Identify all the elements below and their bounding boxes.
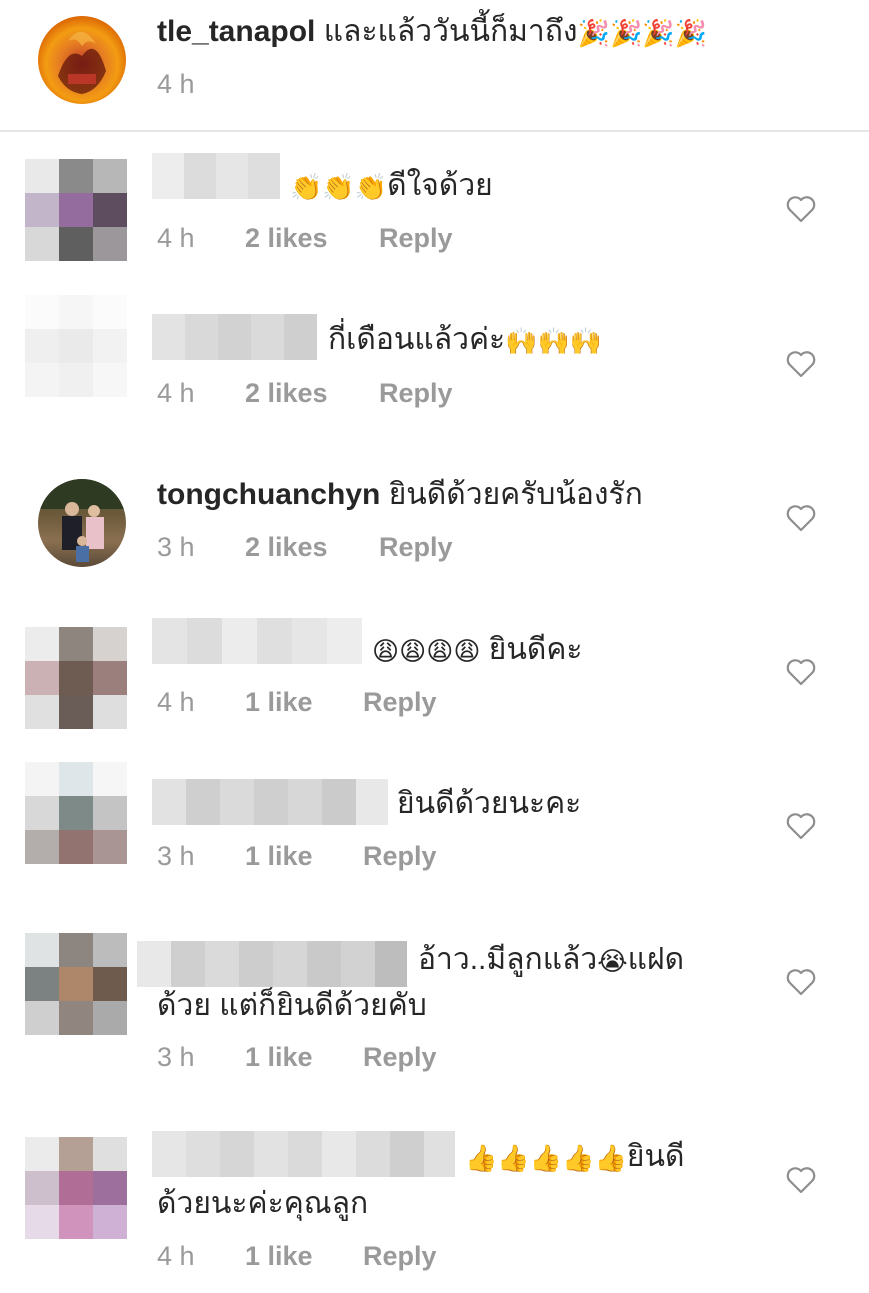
raising-hands-emojis: 🙌🙌🙌 xyxy=(505,326,603,357)
username-link[interactable]: tle_tanapol xyxy=(157,15,315,48)
reply-button[interactable]: Reply xyxy=(379,377,453,409)
post-caption: tle_tanapol และแล้ววันนี้ก็มาถึง🎉🎉🎉🎉 4 h xyxy=(0,0,869,132)
heart-icon[interactable] xyxy=(786,658,816,686)
comment-time: 4 h xyxy=(157,1241,195,1271)
comment-text-line: กี่เดือนแล้วค่ะ🙌🙌🙌 xyxy=(328,322,602,359)
comment-text-line: tongchuanchyn ยินดีด้วยครับน้องรัก xyxy=(157,477,643,513)
comment-time: 4 h xyxy=(157,687,195,717)
avatar-image xyxy=(38,479,126,562)
clapping-hands-emojis: 👏👏👏 xyxy=(290,172,388,203)
comment-text-line: 👍👍👍👍👍ยินดี xyxy=(465,1139,684,1176)
comment-text: ยินดี xyxy=(626,1140,685,1173)
avatar[interactable] xyxy=(38,16,126,104)
heart-icon[interactable] xyxy=(786,812,816,840)
avatar[interactable] xyxy=(25,159,127,261)
avatar[interactable] xyxy=(25,933,127,1035)
comment-text: กี่เดือนแล้วค่ะ xyxy=(328,323,506,356)
comment-meta: 3 h 1 like Reply xyxy=(157,840,437,872)
comment-text-line-2: ด้วยนะค่ะคุณลูก xyxy=(157,1187,369,1220)
caption-time: 4 h xyxy=(157,69,195,99)
username-link[interactable]: tongchuanchyn xyxy=(157,478,380,511)
heart-icon[interactable] xyxy=(786,968,816,996)
comment-time: 4 h xyxy=(157,223,195,253)
comment-text: ยินดีด้วยนะคะ xyxy=(397,787,582,820)
likes-count[interactable]: 1 like xyxy=(245,840,313,872)
comment-text: อ้าว..มีลูกแล้ว xyxy=(418,943,598,976)
reply-button[interactable]: Reply xyxy=(363,1041,437,1073)
comment-time: 3 h xyxy=(157,1042,195,1072)
caption-text: และแล้ววันนี้ก็มาถึง xyxy=(323,15,578,48)
blurred-username[interactable] xyxy=(152,779,388,825)
blurred-username[interactable] xyxy=(152,618,362,664)
comment-time: 3 h xyxy=(157,532,195,562)
reply-button[interactable]: Reply xyxy=(379,222,453,254)
comment-time: 4 h xyxy=(157,378,195,408)
comment-meta: 4 h 1 like Reply xyxy=(157,1240,437,1272)
avatar[interactable] xyxy=(25,762,127,864)
likes-count[interactable]: 2 likes xyxy=(245,222,328,254)
comment-text-line: 👏👏👏ดีใจด้วย xyxy=(290,168,493,205)
comment-meta: 4 h 1 like Reply xyxy=(157,686,437,718)
comment-text-line-2: ด้วย แต่ก็ยินดีด้วยคับ xyxy=(157,989,427,1022)
caption-line: tle_tanapol และแล้ววันนี้ก็มาถึง🎉🎉🎉🎉 xyxy=(157,14,707,51)
comment-meta: 4 h 2 likes Reply xyxy=(157,377,453,409)
comment-meta: 3 h 2 likes Reply xyxy=(157,531,453,563)
comment-text: ยินดีคะ xyxy=(488,633,583,666)
comment-text: ดีใจด้วย xyxy=(387,169,493,202)
thumbs-up-emojis: 👍👍👍👍👍 xyxy=(465,1143,627,1174)
heart-icon[interactable] xyxy=(786,1166,816,1194)
comment-time: 3 h xyxy=(157,841,195,871)
likes-count[interactable]: 1 like xyxy=(245,686,313,718)
blurred-username[interactable] xyxy=(152,153,280,199)
likes-count[interactable]: 2 likes xyxy=(245,531,328,563)
heart-icon[interactable] xyxy=(786,350,816,378)
heart-icon[interactable] xyxy=(786,195,816,223)
comment-text-continued: แฝด xyxy=(627,943,685,976)
avatar[interactable] xyxy=(38,479,126,567)
comment-text-line: 😩😩😩😩 ยินดีคะ xyxy=(372,632,583,669)
reply-button[interactable]: Reply xyxy=(363,686,437,718)
reply-button[interactable]: Reply xyxy=(363,1240,437,1272)
blurred-username[interactable] xyxy=(152,1131,455,1177)
likes-count[interactable]: 1 like xyxy=(245,1041,313,1073)
likes-count[interactable]: 2 likes xyxy=(245,377,328,409)
avatar[interactable] xyxy=(25,1137,127,1239)
heart-icon[interactable] xyxy=(786,504,816,532)
blurred-username[interactable] xyxy=(152,314,317,360)
party-popper-emojis: 🎉🎉🎉🎉 xyxy=(577,18,708,49)
weary-face-emojis: 😩😩😩😩 xyxy=(372,636,481,667)
likes-count[interactable]: 1 like xyxy=(245,1240,313,1272)
avatar-image xyxy=(58,31,106,94)
comment-meta: 3 h 1 like Reply xyxy=(157,1041,437,1073)
crying-face-emoji: 😭 xyxy=(597,946,628,977)
comment-meta: 4 h 2 likes Reply xyxy=(157,222,453,254)
comment-text: ยินดีด้วยครับน้องรัก xyxy=(388,478,643,511)
comment-text-line: ยินดีด้วยนะคะ xyxy=(397,786,581,822)
comment-text-line: อ้าว..มีลูกแล้ว😭แฝด xyxy=(418,942,684,979)
avatar[interactable] xyxy=(25,627,127,729)
avatar[interactable] xyxy=(25,295,127,397)
reply-button[interactable]: Reply xyxy=(363,840,437,872)
blurred-username[interactable] xyxy=(137,941,407,987)
reply-button[interactable]: Reply xyxy=(379,531,453,563)
